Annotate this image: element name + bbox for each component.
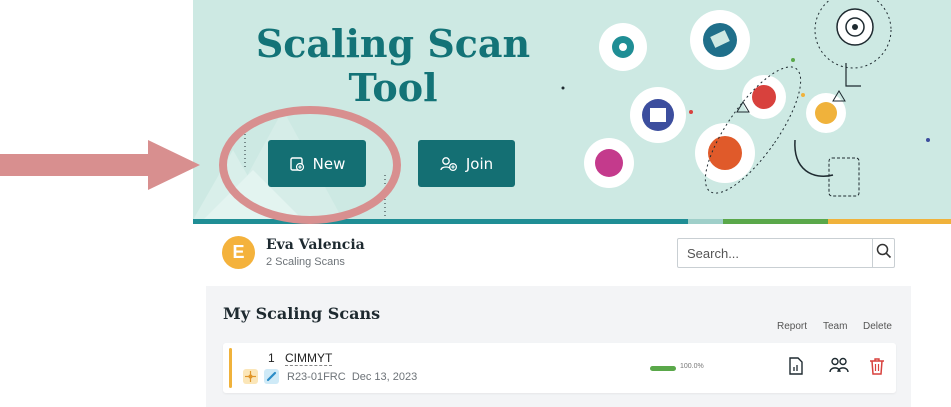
search-box — [677, 238, 895, 268]
search-input[interactable] — [678, 239, 872, 267]
gear-checklist-icon — [584, 138, 634, 188]
gear-calendar-icon — [630, 87, 686, 143]
report-button[interactable] — [785, 357, 807, 379]
pencil-icon — [264, 369, 279, 384]
row-accent — [229, 348, 232, 388]
user-name: Eva Valencia — [266, 237, 365, 253]
avatar-initial: E — [232, 242, 245, 262]
gear-book-icon — [690, 10, 750, 70]
search-button[interactable] — [872, 239, 894, 267]
new-scan-label: New — [312, 154, 346, 173]
user-scan-count: 2 Scaling Scans — [266, 256, 345, 268]
network-icon — [243, 369, 258, 384]
scan-index: 1 — [268, 351, 275, 365]
column-delete: Delete — [863, 321, 892, 332]
page-title-line1: Scaling Scan — [255, 21, 531, 66]
scan-name-link[interactable]: CIMMYT — [285, 351, 333, 366]
new-scan-button[interactable]: New — [268, 140, 366, 187]
gear-document-icon — [806, 93, 846, 133]
report-icon — [788, 357, 804, 379]
gear-megaphone-icon — [695, 123, 755, 183]
team-button[interactable] — [828, 357, 850, 379]
progress-bar — [650, 366, 676, 371]
avatar: E — [222, 236, 255, 269]
gear-eye-icon — [599, 23, 647, 71]
join-people-icon — [440, 156, 458, 172]
join-scan-label: Join — [465, 154, 494, 173]
search-icon — [876, 243, 892, 263]
join-scan-button[interactable]: Join — [418, 140, 515, 187]
trash-icon — [869, 357, 885, 379]
progress-label: 100.0% — [680, 363, 704, 370]
page: Scaling Scan Tool New Join E Eva Valenci… — [0, 0, 951, 407]
page-title-line2: Tool — [348, 65, 438, 110]
delete-button[interactable] — [866, 357, 888, 379]
scans-title: My Scaling Scans — [223, 304, 381, 323]
team-icon — [829, 357, 849, 379]
new-document-icon — [289, 156, 305, 172]
scan-code: R23-01FRC — [287, 371, 346, 383]
scan-meta: R23-01FRC Dec 13, 2023 — [287, 371, 417, 383]
column-report: Report — [777, 321, 808, 332]
hero-stripe — [193, 219, 951, 224]
scan-date: Dec 13, 2023 — [351, 371, 418, 383]
hero-banner: Scaling Scan Tool New Join — [193, 0, 951, 220]
page-title: Scaling Scan Tool — [243, 22, 543, 110]
column-team: Team — [823, 321, 848, 332]
annotation-arrow — [0, 140, 200, 190]
